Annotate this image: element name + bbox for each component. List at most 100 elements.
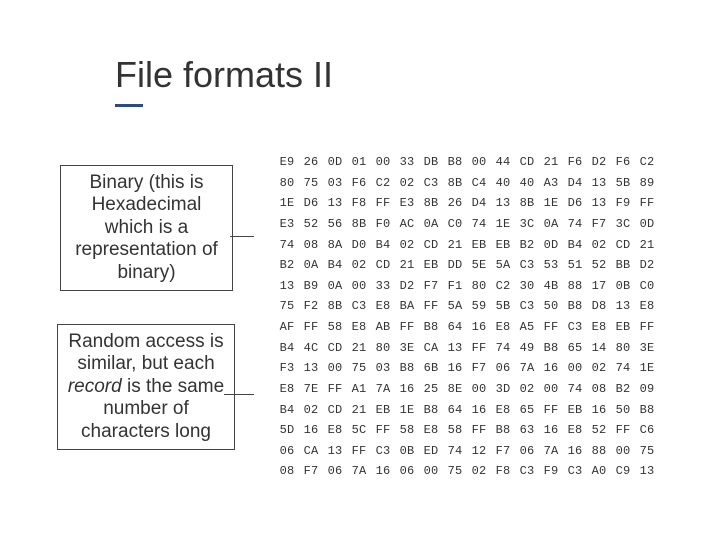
- hex-byte: 00: [539, 379, 563, 400]
- hex-byte: 03: [371, 358, 395, 379]
- hex-byte: 00: [371, 152, 395, 173]
- hex-byte: 08: [587, 379, 611, 400]
- hex-byte: 64: [443, 317, 467, 338]
- hex-byte: 75: [347, 358, 371, 379]
- hex-row: AFFF58E8ABFFB86416E8A5FFC3E8EBFF: [275, 317, 659, 338]
- hex-byte: 52: [299, 214, 323, 235]
- hex-byte: 00: [419, 461, 443, 482]
- hex-byte: 02: [299, 400, 323, 421]
- hex-byte: 17: [587, 276, 611, 297]
- hex-byte: 5C: [347, 420, 371, 441]
- hex-byte: B4: [275, 400, 299, 421]
- hex-byte: EB: [563, 400, 587, 421]
- hex-byte: C3: [347, 296, 371, 317]
- hex-byte: 88: [563, 276, 587, 297]
- hex-row: 74088AD0B402CD21EBEBB20DB402CD21: [275, 235, 659, 256]
- hex-byte: C2: [491, 276, 515, 297]
- hex-byte: 12: [467, 441, 491, 462]
- hex-byte: 16: [467, 317, 491, 338]
- hex-byte: AF: [275, 317, 299, 338]
- hex-byte: FF: [635, 193, 659, 214]
- hex-byte: 64: [443, 400, 467, 421]
- hex-byte: F7: [419, 276, 443, 297]
- hex-byte: 08: [299, 235, 323, 256]
- hex-byte: 52: [587, 420, 611, 441]
- hex-byte: F7: [299, 461, 323, 482]
- hex-byte: 16: [395, 379, 419, 400]
- hex-row: E9260D010033DBB80044CD21F6D2F6C2: [275, 152, 659, 173]
- hex-byte: FF: [611, 420, 635, 441]
- hex-byte: F6: [347, 173, 371, 194]
- hex-byte: 00: [563, 358, 587, 379]
- hex-row: 5D16E85CFF58E858FFB86316E852FFC6: [275, 420, 659, 441]
- hex-byte: C3: [419, 173, 443, 194]
- hex-byte: CD: [515, 152, 539, 173]
- hex-byte: EB: [611, 317, 635, 338]
- hex-byte: 16: [371, 461, 395, 482]
- hex-byte: FF: [539, 317, 563, 338]
- hex-byte: D6: [299, 193, 323, 214]
- hex-byte: B2: [515, 235, 539, 256]
- callout-random-access: Random access is similar, but each recor…: [57, 324, 235, 450]
- hex-byte: B8: [539, 338, 563, 359]
- hex-byte: 44: [491, 152, 515, 173]
- hex-byte: 0A: [323, 276, 347, 297]
- hex-byte: 13: [323, 193, 347, 214]
- hex-byte: B8: [395, 358, 419, 379]
- hex-byte: 0B: [611, 276, 635, 297]
- callout-leader-line-2: [224, 394, 254, 396]
- hex-byte: F3: [275, 358, 299, 379]
- hex-byte: FF: [371, 420, 395, 441]
- hex-byte: A0: [587, 461, 611, 482]
- hex-byte: 5D: [275, 420, 299, 441]
- hex-byte: 89: [635, 173, 659, 194]
- hex-byte: FF: [467, 338, 491, 359]
- hex-byte: F7: [587, 214, 611, 235]
- hex-byte: B4: [563, 235, 587, 256]
- hex-byte: EB: [419, 255, 443, 276]
- hex-byte: C0: [635, 276, 659, 297]
- hex-byte: CA: [419, 338, 443, 359]
- hex-byte: C3: [515, 255, 539, 276]
- hex-byte: B8: [491, 420, 515, 441]
- hex-byte: 58: [443, 420, 467, 441]
- hex-byte: 00: [323, 358, 347, 379]
- hex-byte: 74: [275, 235, 299, 256]
- hex-byte: B4: [323, 255, 347, 276]
- hex-byte: F9: [611, 193, 635, 214]
- hex-byte: F2: [299, 296, 323, 317]
- hex-byte: F9: [539, 461, 563, 482]
- hex-byte: E8: [371, 296, 395, 317]
- hex-byte: C9: [611, 461, 635, 482]
- hex-byte: C3: [371, 441, 395, 462]
- hex-byte: 13: [587, 173, 611, 194]
- hex-byte: E8: [323, 420, 347, 441]
- hex-byte: 16: [539, 420, 563, 441]
- hex-byte: 74: [611, 358, 635, 379]
- hex-byte: 7A: [371, 379, 395, 400]
- hex-byte: BA: [395, 296, 419, 317]
- hex-byte: 4C: [299, 338, 323, 359]
- hex-byte: 16: [467, 400, 491, 421]
- hex-byte: 51: [563, 255, 587, 276]
- hex-byte: E8: [275, 379, 299, 400]
- hex-byte: 7A: [347, 461, 371, 482]
- page-title: File formats II: [115, 54, 333, 96]
- hex-byte: 8B: [515, 193, 539, 214]
- hex-byte: 13: [323, 441, 347, 462]
- hex-byte: E8: [491, 400, 515, 421]
- title-accent-bar: [115, 104, 143, 107]
- hex-byte: 75: [443, 461, 467, 482]
- hex-byte: 0B: [395, 441, 419, 462]
- hex-byte: D4: [467, 193, 491, 214]
- hex-byte: 06: [323, 461, 347, 482]
- callout-binary: Binary (this is Hexadecimal which is a r…: [60, 165, 233, 291]
- hex-byte: F0: [371, 214, 395, 235]
- hex-byte: A1: [347, 379, 371, 400]
- hex-byte: 3D: [491, 379, 515, 400]
- hex-byte: 00: [467, 152, 491, 173]
- hex-byte: 50: [539, 296, 563, 317]
- hex-byte: 40: [515, 173, 539, 194]
- hex-byte: 50: [611, 400, 635, 421]
- hex-byte: 13: [587, 193, 611, 214]
